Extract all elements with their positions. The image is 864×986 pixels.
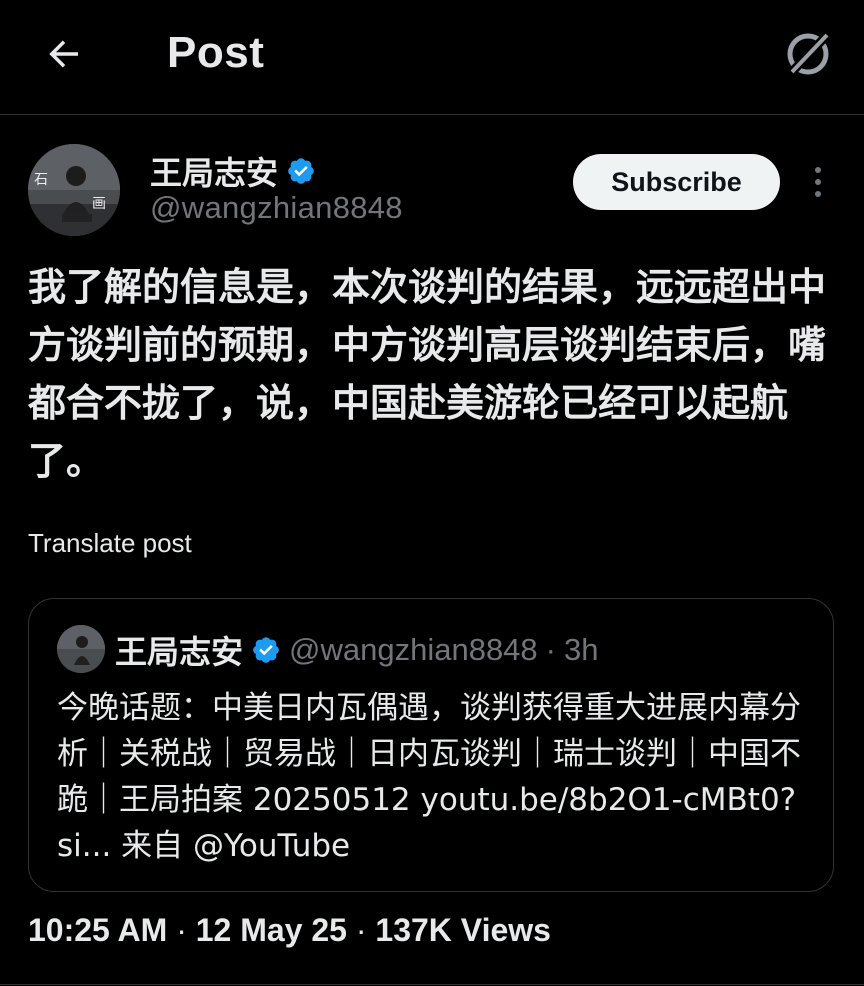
post-views-label: Views (460, 912, 551, 948)
more-options-icon[interactable] (800, 160, 836, 204)
verified-badge-icon[interactable] (286, 156, 316, 186)
post-views-count[interactable]: 137K (375, 912, 452, 948)
author-avatar[interactable]: 石 画 (28, 144, 120, 236)
quoted-post-card[interactable]: 王局志安 @wangzhian8848 · 3h 今晚话题：中美日内瓦偶遇，谈判… (28, 598, 834, 892)
post-text: 我了解的信息是，本次谈判的结果，远远超出中方谈判前的预期，中方谈判高层谈判结束后… (28, 265, 827, 483)
quoted-author-handle: @wangzhian8848 (289, 632, 538, 667)
quoted-header: 王局志安 @wangzhian8848 · 3h (115, 627, 598, 673)
quoted-time: 3h (564, 632, 599, 667)
top-bar: Post (0, 0, 864, 115)
author-name[interactable]: 王局志安 (150, 148, 278, 194)
author-name-row[interactable]: 王局志安 (150, 148, 316, 194)
subscribe-button[interactable]: Subscribe (573, 154, 780, 210)
author-handle[interactable]: @wangzhian8848 (150, 190, 403, 226)
post-time[interactable]: 10:25 AM (28, 912, 167, 948)
divider (0, 984, 864, 985)
verified-badge-icon (251, 635, 281, 665)
back-button[interactable] (40, 30, 88, 78)
translate-post-link[interactable]: Translate post (28, 528, 192, 559)
svg-text:画: 画 (92, 196, 106, 212)
quoted-post-text: 今晚话题：中美日内瓦偶遇，谈判获得重大进展内幕分析｜关税战｜贸易战｜日内瓦谈判｜… (57, 690, 801, 864)
quoted-dot-separator: · (545, 632, 556, 667)
arrow-left-icon (49, 40, 78, 68)
grok-icon (786, 30, 832, 78)
svg-text:石: 石 (34, 172, 48, 188)
grok-button[interactable] (780, 28, 836, 80)
post-date[interactable]: 12 May 25 (196, 912, 347, 948)
quoted-author-name: 王局志安 (115, 634, 244, 670)
post-meta: 10:25 AM · 12 May 25 · 137K Views (28, 912, 551, 948)
quoted-author-avatar (57, 625, 105, 673)
page-title: Post (167, 28, 265, 77)
